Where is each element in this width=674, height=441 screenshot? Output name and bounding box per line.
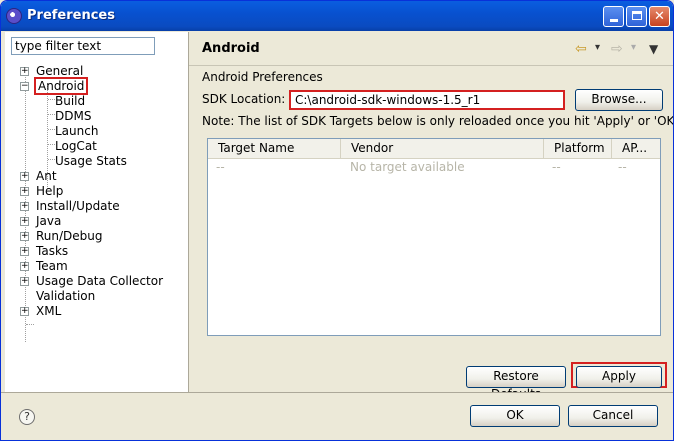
tree-item-ddms[interactable]: DDMS [55,109,91,124]
expand-icon[interactable]: + [20,187,29,196]
tree-item-usage-stats[interactable]: Usage Stats [55,154,127,169]
expand-icon[interactable]: + [20,307,29,316]
column-header-platform[interactable]: Platform [544,139,612,158]
tree-item-help[interactable]: + Help [20,184,63,199]
collapse-icon[interactable]: − [20,82,29,91]
expand-icon[interactable]: + [20,232,29,241]
cancel-button[interactable]: Cancel [568,405,658,427]
browse-button[interactable]: Browse... [575,89,663,111]
sdk-location-label: SDK Location: [202,92,286,106]
tree-item-java[interactable]: + Java [20,214,61,229]
tree-item-run-debug[interactable]: + Run/Debug [20,229,103,244]
column-header-api[interactable]: AP... [612,139,660,158]
apply-button[interactable]: Apply [576,366,662,388]
table-header: Target Name Vendor Platform AP... [208,139,660,159]
expand-icon[interactable]: + [20,277,29,286]
page-header: Android ⇦ ▾ ⇨ ▾ ▼ [189,32,673,66]
help-icon[interactable]: ? [19,409,35,425]
forward-arrow-icon[interactable]: ⇨ [611,41,623,57]
expand-icon[interactable]: + [20,202,29,211]
tree-item-build[interactable]: Build [55,94,85,109]
cell-api: -- [618,160,627,174]
tree-item-android[interactable]: − Android [20,77,89,95]
tree-item-launch[interactable]: Launch [55,124,98,139]
tree-item-team[interactable]: + Team [20,259,68,274]
back-arrow-icon[interactable]: ⇦ [575,41,587,57]
close-button[interactable]: ✕ [649,6,670,27]
apply-highlight: Apply [571,362,667,388]
forward-history-menu-icon[interactable]: ▾ [631,42,636,53]
sdk-targets-table[interactable]: Target Name Vendor Platform AP... -- No … [207,138,661,336]
page-title: Android [202,41,260,56]
sdk-note: Note: The list of SDK Targets below is o… [202,114,674,128]
title-bar[interactable]: Preferences ✕ [1,1,673,31]
tree-item-install-update[interactable]: + Install/Update [20,199,120,214]
tree-item-tasks[interactable]: + Tasks [20,244,68,259]
filter-input[interactable]: type filter text [11,37,155,55]
expand-icon[interactable]: + [20,67,29,76]
maximize-button[interactable] [626,6,647,27]
cell-target: -- [216,160,225,174]
cell-platform: -- [552,160,561,174]
expand-icon[interactable]: + [20,247,29,256]
preference-page: Android ⇦ ▾ ⇨ ▾ ▼ Android Preferences SD… [189,32,674,401]
back-history-menu-icon[interactable]: ▾ [595,42,600,53]
expand-icon[interactable]: + [20,217,29,226]
preference-tree-pane: type filter text + General − Android Bui… [5,32,189,392]
preferences-window: Preferences ✕ type filter text + General… [0,0,674,441]
ok-button[interactable]: OK [470,405,560,427]
expand-icon[interactable]: + [20,262,29,271]
tree-item-ant[interactable]: + Ant [20,169,57,184]
column-header-vendor[interactable]: Vendor [341,139,544,158]
window-title: Preferences [27,8,115,23]
sdk-location-field[interactable]: C:\android-sdk-windows-1.5_r1 [289,90,565,110]
tree-item-validation[interactable]: Validation [36,289,95,304]
expand-icon[interactable]: + [20,172,29,181]
tree-item-general[interactable]: + General [20,64,83,79]
restore-defaults-button[interactable]: Restore Defaults [466,366,566,401]
cell-vendor: No target available [350,160,465,174]
tree-item-xml[interactable]: + XML [20,304,61,319]
minimize-button[interactable] [603,6,624,27]
tree-item-usage-data-collector[interactable]: + Usage Data Collector [20,274,163,289]
view-menu-icon[interactable]: ▼ [649,42,658,56]
section-label: Android Preferences [202,70,323,84]
table-row[interactable]: -- No target available -- -- [208,159,660,175]
dialog-button-bar: ? OK Cancel [1,392,673,440]
tree-item-logcat[interactable]: LogCat [55,139,97,154]
column-header-target-name[interactable]: Target Name [208,139,341,158]
eclipse-icon [6,8,22,24]
